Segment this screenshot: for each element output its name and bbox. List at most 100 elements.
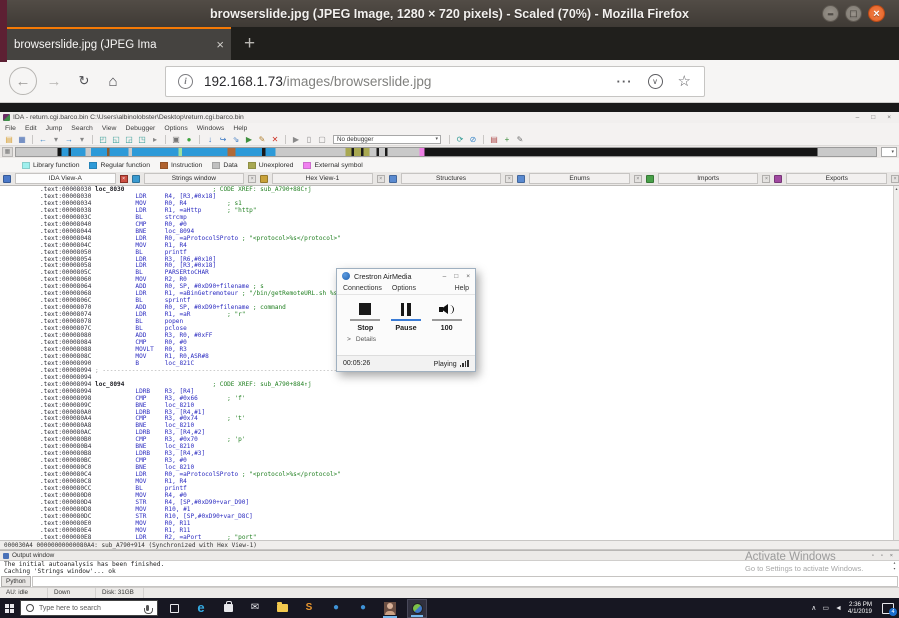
ida-view-a-icon: [3, 175, 11, 183]
strings-window-icon: [132, 175, 140, 183]
jump-back-drop-icon: ▾: [51, 135, 61, 144]
taskbar-search: Type here to search: [20, 600, 158, 616]
ida-toolbar: ▤▦←▾→▾◰◱◲◳▸▣●↓↪⇘▶✎✕▶▯▢No debugger▾⟳⊘▤+✎: [0, 133, 899, 146]
vnc-viewer-icon-2: ●: [353, 599, 373, 618]
hidden-icons-chevron: ∧: [811, 604, 816, 612]
output-window-controls: ▫ ▫ ×: [872, 553, 899, 559]
attach-icon: ▶: [244, 135, 254, 144]
vnc-viewer-icon: ●: [326, 599, 346, 618]
navband-zoom-combo: ▾: [881, 147, 897, 157]
strings-window-icon: ◲: [124, 135, 134, 144]
legend-item: External symbol: [303, 162, 362, 169]
pocket-icon[interactable]: ∨: [648, 74, 663, 89]
image-top-strip: [0, 103, 899, 112]
debug-play-icon: ▶: [291, 135, 301, 144]
legend-swatch: [89, 162, 97, 169]
output-status-cell: AU: idle: [0, 588, 48, 598]
ida-menu-jump: Jump: [46, 125, 63, 132]
playing-label: Playing: [434, 361, 457, 368]
jump-forward-icon: →: [64, 135, 74, 144]
tab-enums: Enums: [529, 173, 630, 184]
back-button[interactable]: ←: [9, 67, 37, 95]
toolbar-separator: [483, 135, 484, 144]
legend-label: External symbol: [314, 162, 362, 169]
python-console-row: Python: [0, 576, 899, 587]
ida-menu-view: View: [102, 125, 117, 132]
legend-swatch: [212, 162, 220, 169]
tab-ida-view-a: IDA View-A: [15, 173, 116, 184]
ida-minimize-icon: –: [856, 114, 860, 121]
run-until-return-icon: ⇘: [231, 135, 241, 144]
microphone-icon: [146, 605, 149, 611]
imports-icon: [646, 175, 654, 183]
step-into-icon: ↓: [205, 135, 215, 144]
scroll-up-icon: ▴: [895, 186, 897, 191]
stop-underline: [350, 319, 380, 321]
volume-muted-icon: ◄: [835, 605, 842, 612]
debugger-combo: No debugger ▾: [333, 135, 441, 144]
ida-menu-debugger: Debugger: [125, 125, 155, 132]
details-chevron-icon: >: [347, 336, 351, 343]
pause-underline: [391, 319, 421, 321]
stop-icon: [359, 301, 371, 317]
toolbar-separator: [32, 135, 33, 144]
page-actions-icon[interactable]: ···: [617, 74, 633, 89]
toolbar-separator: [165, 135, 166, 144]
disasm-scrollbar: ▴: [893, 186, 899, 540]
firefox-titlebar: browserslide.jpg (JPEG Image, 1280 × 720…: [0, 0, 899, 27]
tab-close-icon: ×: [891, 175, 899, 183]
debug-stop-icon: ▢: [317, 135, 327, 144]
ida-menu-file: File: [5, 125, 16, 132]
screen: browserslide.jpg (JPEG Image, 1280 × 720…: [0, 0, 899, 618]
edit-icon: ✎: [257, 135, 267, 144]
legend-item: Regular function: [89, 162, 150, 169]
database-icon: ●: [184, 135, 194, 144]
tab-close-icon: ×: [762, 175, 770, 183]
airmedia-menu-connections: Connections: [343, 285, 382, 292]
bookmark-star-icon[interactable]: ☆: [678, 72, 691, 90]
output-title: Output window: [12, 552, 54, 559]
file-explorer-icon: [272, 599, 292, 618]
action-center-icon: 4: [882, 603, 894, 614]
site-info-icon[interactable]: i: [178, 74, 193, 89]
close-button[interactable]: ×: [868, 5, 885, 22]
signal-bars-icon: [460, 360, 469, 368]
pause-button: Pause: [389, 301, 423, 332]
tab-close-icon[interactable]: ×: [216, 37, 224, 52]
search-placeholder: Type here to search: [39, 605, 146, 612]
debugger-combo-value: No debugger: [337, 136, 373, 143]
new-tab-button[interactable]: +: [231, 27, 268, 60]
page-image-browserslide[interactable]: IDA - return.cgi.barco.bin C:\Users\albi…: [0, 103, 899, 618]
home-button[interactable]: ⌂: [101, 67, 125, 95]
volume-label: 100: [441, 323, 453, 332]
output-scrollbar: ▴ ▾: [891, 561, 898, 576]
forward-button[interactable]: →: [42, 67, 66, 95]
legend-label: Unexplored: [259, 162, 294, 169]
tab-close-icon: ×: [505, 175, 513, 183]
structures-icon: [389, 175, 397, 183]
legend-swatch: [160, 162, 168, 169]
tab-title-fade: [179, 31, 205, 60]
tab-browserslide[interactable]: browserslide.jpg (JPEG Ima ×: [7, 27, 231, 60]
snapshot-icon: ▣: [171, 135, 181, 144]
volume-underline: [432, 319, 462, 321]
cancel-debug-icon: ✕: [270, 135, 280, 144]
ida-window-controls: – □ ×: [856, 114, 899, 121]
ida-menubar: FileEditJumpSearchViewDebuggerOptionsWin…: [0, 123, 899, 133]
url-actions: ··· ∨ ☆: [617, 72, 704, 90]
python-input: [32, 576, 898, 587]
reload-button[interactable]: ↻: [72, 67, 96, 95]
ida-close-icon: ×: [887, 114, 891, 121]
taskbar-icons: e✉S●●: [164, 598, 427, 618]
legend-label: Library function: [33, 162, 79, 169]
maximize-button[interactable]: □: [845, 5, 862, 22]
minimize-button[interactable]: –: [822, 5, 839, 22]
airmedia-menubar: Connections Options Help: [337, 283, 475, 295]
ida-menu-edit: Edit: [25, 125, 37, 132]
combo-arrow-icon: ▾: [435, 136, 440, 142]
system-tray: ∧ ▭ ◄ 2:36 PM 4/1/2019 4: [811, 601, 899, 615]
output-float-icon: ▫: [881, 553, 883, 559]
task-view-icon: [164, 599, 184, 618]
pause-icon: [401, 301, 411, 317]
legend-label: Data: [223, 162, 237, 169]
